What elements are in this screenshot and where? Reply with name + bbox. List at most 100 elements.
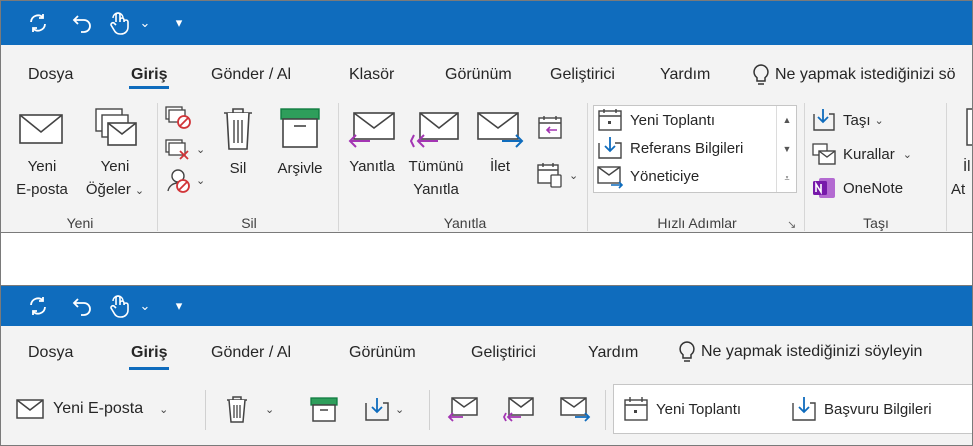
archive-button[interactable]: Arşivle [269, 105, 331, 180]
archive-button[interactable] [309, 390, 339, 428]
calendar-reply-icon [538, 116, 562, 139]
forward-icon [477, 112, 524, 148]
tab-giris[interactable]: Giriş [128, 45, 170, 97]
reply-all-button[interactable] [503, 390, 535, 428]
quick-step-reference[interactable]: Referans Bilgileri [596, 134, 743, 162]
tab-gonder-al[interactable]: Gönder / Al [211, 326, 291, 378]
reply-button[interactable]: Yanıtla [343, 109, 401, 178]
ignore-icon [165, 106, 191, 129]
tab-klasor[interactable]: Klasör [349, 45, 394, 97]
reply-label: Yanıtla [349, 158, 395, 175]
reply-all-label-1: Tümünü [408, 158, 464, 175]
delete-button[interactable]: Sil [215, 105, 261, 180]
quick-step-label: Yeni Toplantı [656, 400, 742, 418]
new-items-label-1: Yeni [100, 158, 130, 175]
quick-access-toolbar: ⌄ ▾ [1, 1, 972, 45]
reply-all-label-2: Yanıtla [413, 181, 459, 198]
reply-icon [447, 397, 478, 422]
undo-icon[interactable] [67, 286, 97, 326]
tell-me-text: Ne yapmak istediğinizi söyleyin [701, 343, 923, 360]
customize-toolbar-icon[interactable]: ▾ [171, 286, 187, 326]
quick-step-reference[interactable]: Başvuru Bilgileri [790, 390, 932, 428]
new-items-icon [95, 108, 137, 146]
group-label-move: Taşı [863, 215, 889, 231]
envelope-icon [16, 399, 44, 419]
quick-step-label: Yöneticiye [630, 167, 700, 185]
clean-up-button[interactable]: ⌄ [164, 137, 205, 161]
sync-icon[interactable] [23, 286, 53, 326]
move-button[interactable]: Taşı ⌄ [811, 107, 884, 133]
quick-step-label: Başvuru Bilgileri [824, 400, 932, 418]
tab-gorunum[interactable]: Görünüm [445, 45, 512, 97]
clean-up-dropdown-icon[interactable]: ⌄ [196, 143, 205, 156]
scroll-up-icon[interactable]: ▲ [777, 106, 797, 134]
quick-access-toolbar: ⌄ ▾ [1, 286, 972, 326]
meeting-reply-button[interactable] [535, 115, 565, 141]
new-email-button[interactable]: Yeni E-posta [9, 109, 75, 201]
group-label-respond: Yanıtla [443, 215, 487, 231]
new-email-dropdown-icon[interactable]: ⌄ [159, 403, 168, 416]
junk-dropdown-icon[interactable]: ⌄ [196, 174, 205, 187]
quick-steps-scrollbar[interactable]: ▲ ▼ ⩡ [776, 106, 796, 192]
onenote-button[interactable]: OneNote [811, 175, 903, 201]
tab-gelistirici[interactable]: Geliştirici [550, 45, 615, 97]
more-respond-dropdown-icon[interactable]: ⌄ [569, 169, 578, 182]
new-items-label-2: Öğeler ⌄ [85, 181, 145, 198]
move-dropdown-icon[interactable]: ⌄ [395, 403, 404, 416]
new-items-button[interactable]: Yeni Öğeler ⌄ [79, 105, 151, 203]
forward-button[interactable]: İlet [473, 109, 527, 178]
tell-me-text: Ne yapmak istediğinizi sö [775, 66, 956, 83]
quick-step-new-meeting[interactable]: Yeni Toplantı [596, 106, 715, 134]
reply-all-button[interactable]: Tümünü Yanıtla [403, 109, 469, 201]
tab-gelistirici[interactable]: Geliştirici [471, 326, 536, 378]
delete-dropdown-icon[interactable]: ⌄ [265, 403, 274, 416]
tab-yardim[interactable]: Yardım [588, 326, 638, 378]
reply-button[interactable] [447, 390, 479, 428]
quick-step-label: Referans Bilgileri [630, 139, 744, 157]
classic-ribbon-window: ⌄ ▾ Dosya Giriş Gönder / Al Klasör Görün… [0, 0, 973, 233]
tab-dosya[interactable]: Dosya [28, 326, 73, 378]
sync-icon[interactable] [23, 1, 53, 45]
lightbulb-icon [753, 64, 769, 85]
reply-all-icon [410, 112, 459, 148]
touch-mode-dropdown-icon[interactable]: ⌄ [137, 286, 153, 326]
tab-giris[interactable]: Giriş [128, 326, 170, 378]
rules-button[interactable]: Kurallar ⌄ [811, 141, 912, 167]
forward-button[interactable] [559, 390, 591, 428]
undo-icon[interactable] [67, 1, 97, 45]
tell-me-search[interactable]: Ne yapmak istediğinizi sö [751, 45, 956, 97]
customize-toolbar-icon[interactable]: ▾ [171, 1, 187, 45]
delete-button[interactable]: ⌄ [223, 390, 274, 428]
tab-yardim[interactable]: Yardım [660, 45, 710, 97]
partial-button[interactable]: İl At [951, 105, 972, 201]
group-divider [587, 103, 588, 231]
quick-step-new-meeting[interactable]: Yeni Toplantı [622, 390, 741, 428]
touch-mode-dropdown-icon[interactable]: ⌄ [137, 1, 153, 45]
junk-button[interactable]: ⌄ [164, 167, 205, 193]
tab-dosya[interactable]: Dosya [28, 45, 73, 97]
tab-gorunum[interactable]: Görünüm [349, 326, 416, 378]
calendar-icon [624, 397, 648, 421]
group-divider [205, 390, 206, 430]
tell-me-search[interactable]: Ne yapmak istediğinizi söyleyin [677, 326, 922, 378]
dialog-launcher-icon[interactable]: ↘ [787, 218, 796, 231]
touch-mode-icon[interactable] [105, 286, 133, 326]
group-label-delete: Sil [241, 215, 257, 231]
quick-steps-gallery: Yeni Toplantı Başvuru Bilgileri [613, 384, 972, 434]
touch-mode-icon[interactable] [105, 1, 133, 45]
ribbon-tabs: Dosya Giriş Gönder / Al Klasör Görünüm G… [1, 45, 972, 97]
new-email-button[interactable]: Yeni E-posta ⌄ [15, 390, 168, 428]
more-respond-button[interactable]: ⌄ [535, 161, 578, 189]
junk-icon [167, 169, 190, 193]
group-label-quick-steps: Hızlı Adımlar [657, 215, 737, 231]
move-button[interactable]: ⌄ [363, 390, 404, 428]
envelope-forward-icon [597, 166, 624, 189]
quick-step-to-manager[interactable]: Yöneticiye [596, 162, 699, 190]
gallery-more-icon[interactable]: ⩡ [777, 164, 797, 192]
ignore-button[interactable] [164, 105, 192, 131]
group-label-new: Yeni [66, 215, 94, 231]
scroll-down-icon[interactable]: ▼ [777, 135, 797, 163]
onenote-icon [813, 178, 835, 198]
envelope-icon [19, 114, 63, 144]
tab-gonder-al[interactable]: Gönder / Al [211, 45, 291, 97]
